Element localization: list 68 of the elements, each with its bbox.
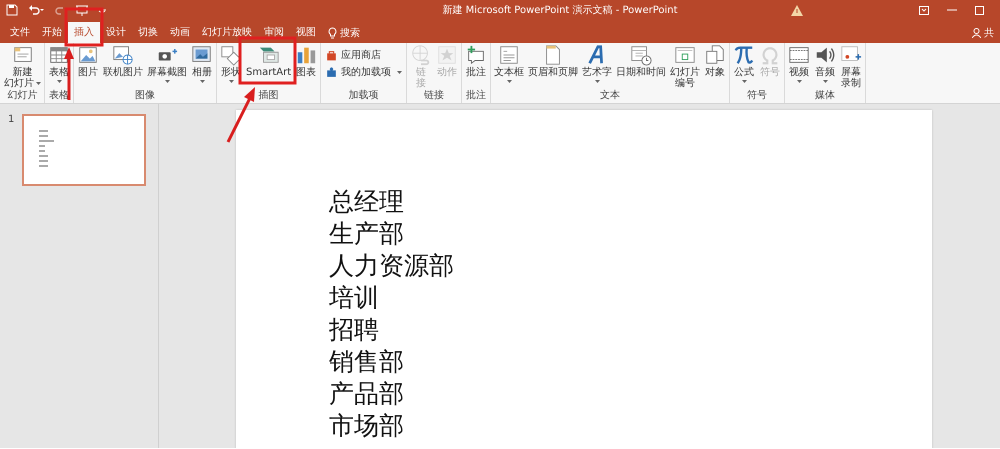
group-label: 链接 [423,89,446,102]
ribbon-tab[interactable]: 文件 [4,22,36,43]
share-button[interactable]: 共 [972,22,1000,43]
ribbon-tab[interactable]: 视图 [290,22,322,43]
warning-icon [791,4,803,16]
window-title: 新建 Microsoft PowerPoint 演示文稿 - PowerPoint [441,4,679,17]
slide-thumbnail[interactable] [22,114,146,186]
ribbon-tab[interactable]: 审阅 [258,22,290,43]
highlight-box [64,8,104,46]
ribbon-button[interactable]: 图表 [293,43,320,89]
annotation-arrow [226,87,255,143]
slide-text-line: 销售部 [329,346,404,378]
ribbon-button[interactable]: 公式 [731,43,758,89]
person-icon [972,28,981,38]
group-label: 图像 [134,89,156,102]
save-icon[interactable] [6,4,18,16]
customize-caret-icon[interactable] [98,7,106,13]
group-label: 批注 [465,89,488,102]
ribbon-button[interactable]: 应用商店 [322,48,406,62]
slide-text-line: 市场部 [329,410,404,442]
group-label: 插图 [258,89,280,102]
presentation-icon[interactable] [76,4,88,16]
group-label: 文本 [599,89,622,102]
add-in-icon [325,66,338,78]
search-box[interactable]: 搜索 [322,22,366,43]
bag-icon [325,48,338,62]
ribbon-button[interactable]: 屏幕 录制 [838,43,864,89]
ribbon-button[interactable]: 视频 [786,43,812,89]
group-label: 符号 [746,89,768,102]
slide-text-line: 招聘 [329,314,379,346]
ribbon-display-icon[interactable] [919,6,929,14]
ribbon-button[interactable]: 联机图片 [101,43,145,89]
maximize-icon[interactable] [975,6,984,14]
group-label: 加载项 [348,89,380,102]
ribbon-tab[interactable]: 设计 [100,22,132,43]
ribbon-button[interactable]: 页眉和页脚 [526,43,580,89]
ribbon-button[interactable]: 我的加载项 [322,65,406,79]
pi-icon [733,44,756,66]
ribbon-tab[interactable]: 动画 [164,22,196,43]
group-label: 媒体 [814,89,836,102]
ribbon-button[interactable]: 相册 [189,43,215,89]
ribbon-button[interactable]: 幻灯片 编号 [668,43,702,89]
slide-text-line: 培训 [329,282,379,314]
ribbon-button[interactable]: 日期和时间 [614,43,668,89]
lightbulb-icon [328,26,337,38]
ribbon-button[interactable]: 文本框 [492,43,526,89]
ribbon-button[interactable]: 屏幕截图 [145,43,189,89]
ribbon-button[interactable]: 新建 幻灯片 [2,43,43,89]
group-label: 幻灯片 [6,89,38,102]
group-label: 表格 [48,89,70,102]
highlight-box [238,36,296,84]
slide-number: 1 [8,114,16,125]
ribbon-tab[interactable]: 切换 [132,22,164,43]
ribbon-button[interactable]: 图片 [75,43,101,89]
ribbon-tab[interactable]: 插入 [68,22,100,43]
ribbon-button[interactable]: SmartArt [244,43,294,89]
ribbon-tab[interactable]: 幻灯片放映 [196,22,258,43]
slide-text-line: 产品部 [329,378,404,410]
ribbon-button[interactable]: 音频 [812,43,838,89]
slide-text-line: 生产部 [329,218,404,250]
ribbon-tab[interactable]: 开始 [36,22,68,43]
ribbon-button[interactable]: 艺术字 [580,43,614,89]
slide-text-line: 人力资源部 [329,250,454,282]
ribbon-button[interactable]: 表格 [46,43,72,89]
ribbon-button[interactable]: 批注 [463,43,490,89]
undo-icon[interactable] [28,4,44,16]
slide-text-line: 总经理 [329,186,404,218]
ribbon-button[interactable]: 对象 [702,43,728,89]
